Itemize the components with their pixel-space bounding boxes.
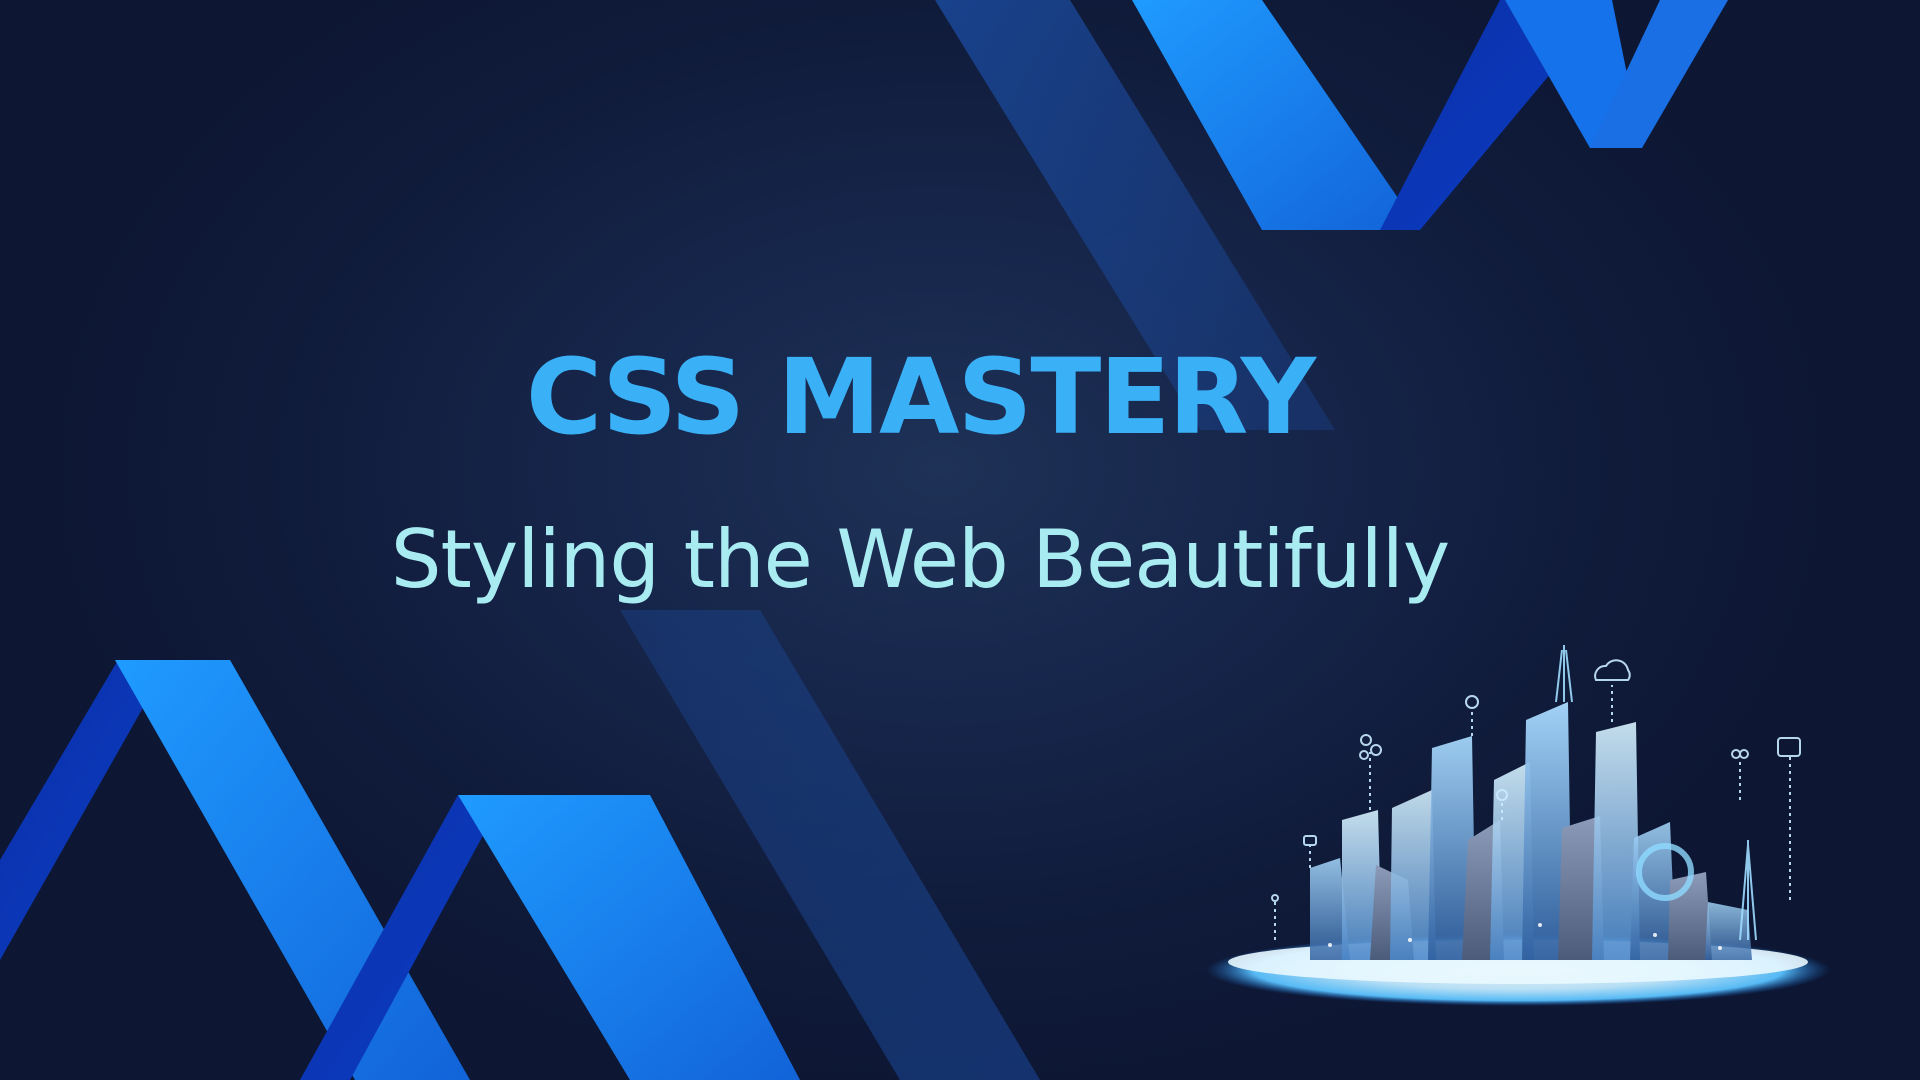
smart-city-illustration: [1206, 645, 1830, 1006]
slide-subtitle: Styling the Web Beautifully: [390, 513, 1451, 606]
slide-title: CSS MASTERY: [525, 336, 1316, 458]
ribbon-bottom-mid-light: [458, 795, 800, 1080]
slide: CSS MASTERY Styling the Web Beautifully: [0, 0, 1920, 1080]
city-buildings: [1310, 702, 1752, 960]
